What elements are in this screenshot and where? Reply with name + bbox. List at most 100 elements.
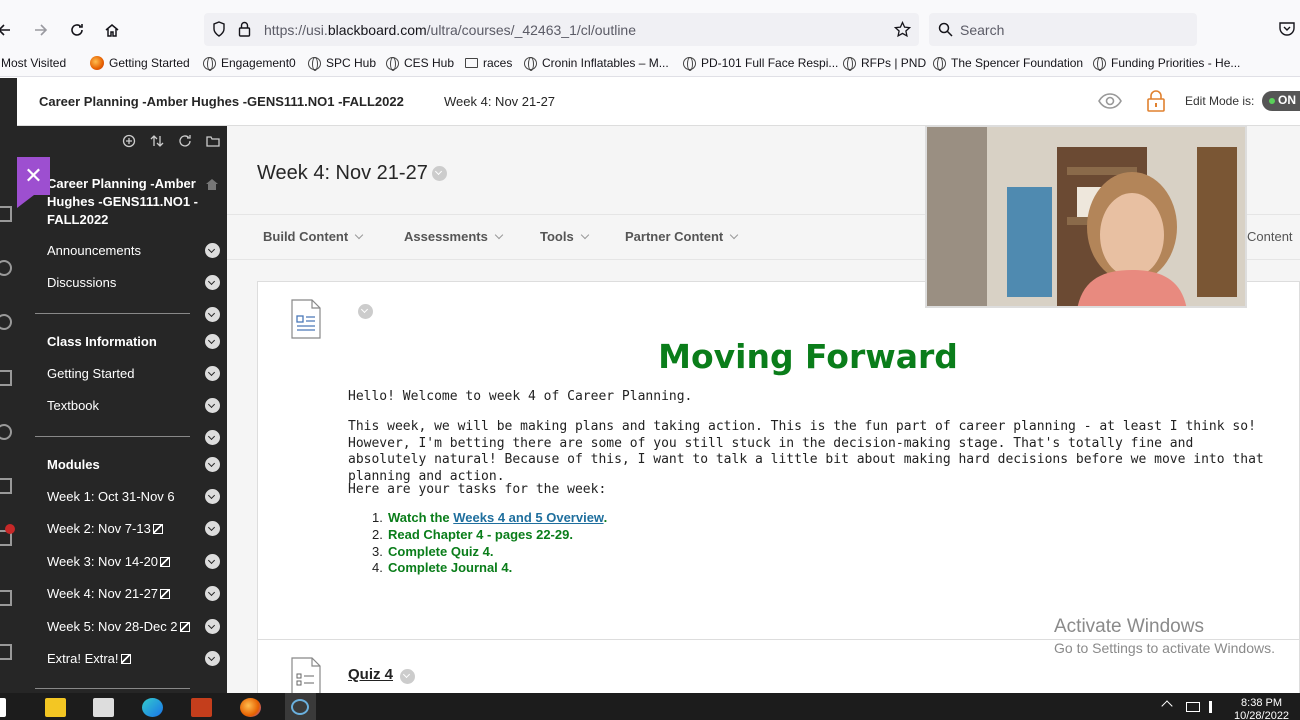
edit-mode-toggle[interactable]: ON — [1262, 91, 1300, 111]
sidebar-item-week-4[interactable]: Week 4: Nov 21-27 — [47, 585, 205, 603]
search-input[interactable]: Search — [929, 13, 1197, 46]
close-menu-button[interactable]: ✕ — [17, 157, 50, 208]
battery-icon[interactable] — [1186, 702, 1200, 712]
sidebar-item-week-2[interactable]: Week 2: Nov 7-13 — [47, 520, 205, 538]
bookmark-spc-hub[interactable]: SPC Hub — [308, 56, 376, 71]
webcam-video[interactable] — [925, 125, 1247, 308]
global-nav-strip — [0, 78, 17, 693]
course-header: Career Planning -Amber Hughes -GENS111.N… — [17, 78, 1300, 126]
chevron-down-icon[interactable] — [205, 457, 220, 472]
menu-divider — [35, 688, 190, 689]
bookmark-rfps[interactable]: RFPs | PND — [843, 56, 926, 71]
content-options[interactable]: Content — [1247, 229, 1293, 244]
forward-icon[interactable] — [27, 16, 55, 44]
store-icon[interactable] — [93, 698, 114, 717]
watermark-line-1: Activate Windows — [1054, 616, 1204, 637]
sidebar-item-extra[interactable]: Extra! Extra! — [47, 650, 205, 668]
chevron-down-icon[interactable] — [205, 619, 220, 634]
sidebar-item-week-3[interactable]: Week 3: Nov 14-20 — [47, 553, 205, 571]
windows-taskbar: 8:38 PM 10/28/2022 — [0, 693, 1300, 720]
chevron-up-icon[interactable] — [1161, 700, 1173, 712]
chevron-down-icon[interactable] — [205, 554, 220, 569]
calendar-icon[interactable] — [0, 478, 12, 494]
home-icon[interactable] — [205, 177, 219, 191]
sidebar-item-week-1[interactable]: Week 1: Oct 31-Nov 6 — [47, 488, 205, 506]
chevron-down-icon[interactable] — [205, 651, 220, 666]
bookmark-getting-started[interactable]: Getting Started — [90, 56, 190, 70]
url-bar[interactable]: https://usi.blackboard.com/ultra/courses… — [204, 13, 919, 46]
bookmark-cronin[interactable]: Cronin Inflatables – M... — [524, 56, 669, 71]
edge-icon[interactable] — [142, 698, 163, 717]
search-icon — [938, 22, 953, 37]
groups-icon[interactable] — [0, 424, 12, 440]
partner-content-menu[interactable]: Partner Content — [625, 229, 737, 244]
welcome-paragraph: Hello! Welcome to week 4 of Career Plann… — [348, 389, 693, 404]
pocket-icon[interactable] — [1279, 21, 1295, 36]
bookmark-most-visited[interactable]: Most Visited — [0, 56, 66, 70]
volume-icon[interactable] — [1209, 701, 1221, 713]
chevron-down-icon[interactable] — [205, 398, 220, 413]
chevron-down-icon[interactable] — [205, 366, 220, 381]
chevron-down-icon[interactable] — [205, 430, 220, 445]
bookmark-pd101[interactable]: PD-101 Full Face Respi... — [683, 56, 838, 71]
institution-icon[interactable] — [0, 206, 12, 222]
back-icon[interactable] — [0, 16, 18, 44]
courses-icon[interactable] — [0, 370, 12, 386]
lock-icon[interactable] — [1146, 90, 1166, 112]
lock-icon[interactable] — [238, 21, 251, 37]
hidden-item-icon — [179, 622, 190, 632]
eye-icon[interactable] — [1097, 91, 1123, 111]
sidebar-item-discussions[interactable]: Discussions — [47, 274, 205, 292]
sidebar-heading-modules: Modules — [47, 457, 100, 472]
chevron-down-icon[interactable] — [205, 489, 220, 504]
add-menu-item-icon[interactable] — [122, 134, 136, 148]
star-icon[interactable] — [894, 21, 911, 38]
profile-icon[interactable] — [0, 260, 12, 276]
bookmark-engagement[interactable]: Engagement0 — [203, 56, 296, 71]
bookmark-funding[interactable]: Funding Priorities - He... — [1093, 56, 1240, 71]
globe-icon — [524, 56, 537, 71]
shield-icon[interactable] — [212, 21, 226, 37]
tools-icon[interactable] — [0, 644, 12, 660]
chevron-down-icon[interactable] — [205, 586, 220, 601]
overview-link[interactable]: Weeks 4 and 5 Overview — [453, 510, 603, 525]
item-options-icon[interactable] — [358, 304, 373, 319]
chevron-down-icon[interactable] — [205, 334, 220, 349]
grades-icon[interactable] — [0, 590, 12, 606]
recording-icon[interactable] — [291, 699, 309, 715]
chevron-down-icon[interactable] — [205, 275, 220, 290]
chevron-down-icon[interactable] — [205, 307, 220, 322]
search-placeholder: Search — [960, 22, 1005, 38]
bookmark-races[interactable]: races — [465, 56, 512, 70]
reload-icon[interactable] — [63, 16, 91, 44]
system-clock[interactable]: 8:38 PM 10/28/2022 — [1234, 697, 1289, 720]
folder-view-icon[interactable] — [206, 134, 220, 148]
bookmark-spencer[interactable]: The Spencer Foundation — [933, 56, 1083, 71]
bookmark-ces-hub[interactable]: CES Hub — [386, 56, 454, 71]
item-options-icon[interactable] — [400, 669, 415, 684]
list-item: 4. Complete Journal 4. — [372, 560, 513, 576]
course-title[interactable]: Career Planning -Amber Hughes -GENS111.N… — [39, 94, 404, 109]
globe-icon — [683, 56, 696, 71]
chevron-down-icon[interactable] — [205, 521, 220, 536]
sidebar-item-getting-started[interactable]: Getting Started — [47, 365, 205, 383]
assessments-menu[interactable]: Assessments — [404, 229, 502, 244]
reorder-icon[interactable] — [150, 134, 164, 148]
globe-icon[interactable] — [0, 314, 12, 330]
chevron-down-icon[interactable] — [431, 166, 447, 182]
tools-menu[interactable]: Tools — [540, 229, 588, 244]
menu-divider — [35, 313, 190, 314]
refresh-icon[interactable] — [178, 134, 192, 148]
firefox-icon[interactable] — [240, 698, 261, 717]
course-name-link[interactable]: Career Planning -Amber Hughes -GENS111.N… — [47, 175, 205, 229]
sidebar-item-week-5[interactable]: Week 5: Nov 28-Dec 2 — [47, 618, 205, 636]
sidebar-item-textbook[interactable]: Textbook — [47, 397, 205, 415]
powerpoint-icon[interactable] — [191, 698, 212, 717]
file-explorer-icon[interactable] — [45, 698, 66, 717]
build-content-menu[interactable]: Build Content — [263, 229, 362, 244]
home-icon[interactable] — [98, 16, 126, 44]
start-icon[interactable] — [0, 698, 6, 717]
quiz-4-link[interactable]: Quiz 4 — [348, 666, 393, 683]
sidebar-item-announcements[interactable]: Announcements — [47, 242, 205, 260]
chevron-down-icon[interactable] — [205, 243, 220, 258]
